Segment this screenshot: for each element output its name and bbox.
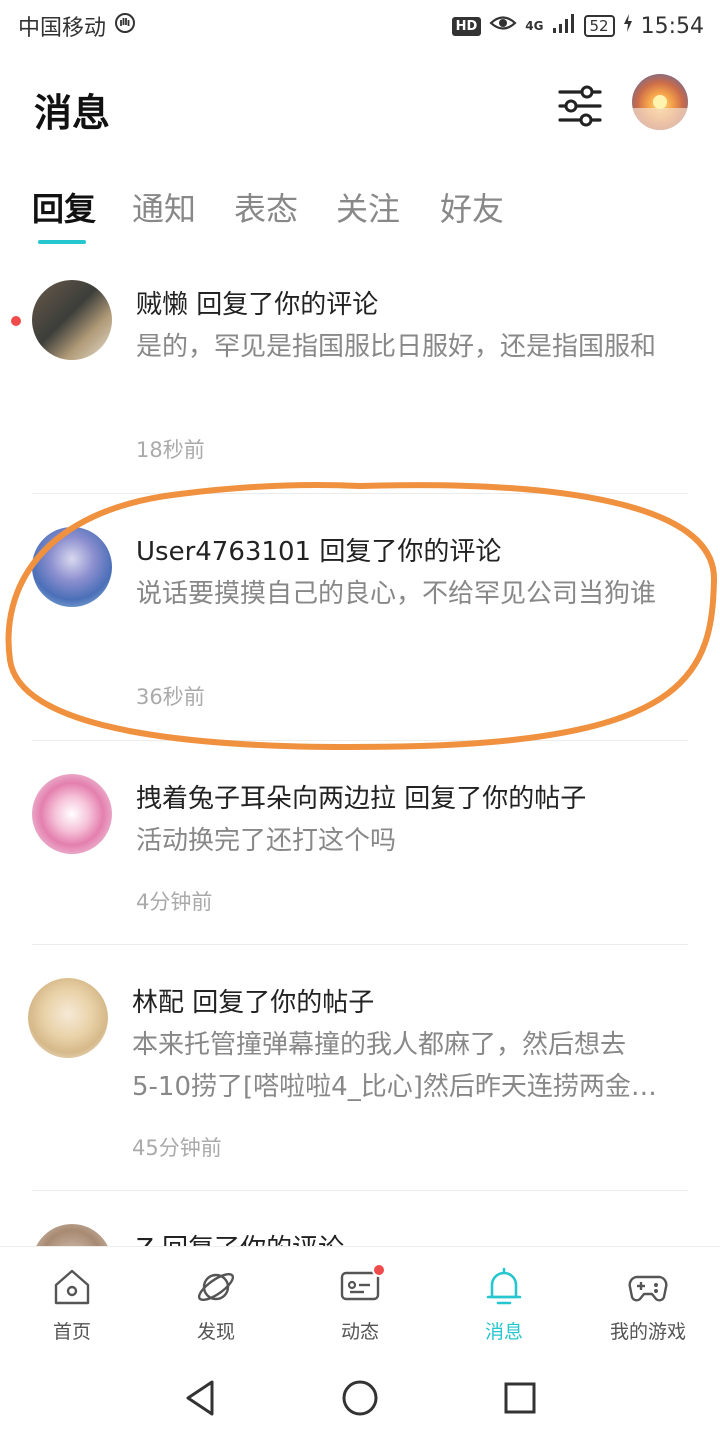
nav-discover[interactable]: 发现 (144, 1265, 288, 1344)
message-user[interactable]: 拽着兔子耳朵向两边拉 (136, 784, 396, 814)
message-user[interactable]: 贼懒 (136, 290, 188, 320)
unread-dot (11, 316, 21, 326)
signal-icon (552, 12, 576, 40)
tab-follow[interactable]: 关注 (336, 184, 400, 230)
nav-my-games[interactable]: 我的游戏 (576, 1265, 720, 1344)
nav-messages[interactable]: 消息 (432, 1265, 576, 1344)
hand-icon (114, 12, 136, 40)
chat-icon (338, 1263, 386, 1309)
message-time: 45分钟前 (132, 1136, 222, 1160)
nav-label: 发现 (196, 1321, 235, 1343)
divider (32, 1190, 688, 1191)
message-body: 是的，罕见是指国服比日服好，还是指国服和 (136, 332, 657, 362)
planet-icon (194, 1265, 238, 1309)
message-action: 回复了你的帖子 (404, 784, 587, 814)
message-body: 活动换完了还打这个吗 (136, 826, 397, 856)
home-icon (50, 1265, 94, 1309)
message-title: 拽着兔子耳朵向两边拉 回复了你的帖子 (136, 778, 586, 815)
nav-label: 首页 (52, 1321, 91, 1343)
nav-label: 我的游戏 (609, 1321, 686, 1343)
message-tabs: 回复 通知 表态 关注 好友 (0, 180, 720, 250)
tab-reply[interactable]: 回复 (32, 184, 96, 230)
status-bar: 中国移动 HD 4G 52 15:54 (0, 0, 720, 52)
avatar[interactable] (32, 774, 112, 854)
bottom-nav: 首页 发现 动态 消息 我的游戏 (0, 1246, 720, 1356)
gamepad-icon (626, 1265, 670, 1309)
eye-icon (489, 12, 517, 40)
page-title: 消息 (34, 91, 111, 135)
list-item[interactable]: 拽着兔子耳朵向两边拉 回复了你的帖子 活动换完了还打这个吗 4分钟前 (0, 764, 720, 944)
message-body-line-1: 本来托管撞弹幕撞的我人都麻了，然后想去 (132, 1030, 627, 1060)
hd-badge: HD (451, 16, 482, 36)
page-header: 消息 (0, 70, 720, 150)
nav-feed[interactable]: 动态 (288, 1263, 432, 1344)
avatar[interactable] (32, 1224, 112, 1246)
divider (32, 944, 688, 945)
message-body-line-2: 5-10捞了[嗒啦啦4_比心]然后昨天连捞两金… (132, 1072, 657, 1102)
message-action: 回复了你的帖子 (192, 988, 375, 1018)
message-time: 18秒前 (136, 438, 205, 462)
nav-home[interactable]: 首页 (0, 1265, 144, 1344)
message-title: 贼懒 回复了你的评论 (136, 284, 378, 321)
system-nav-bar (0, 1356, 720, 1440)
message-user[interactable]: 林配 (132, 988, 184, 1018)
avatar[interactable] (32, 280, 112, 360)
clock: 15:54 (640, 13, 704, 39)
carrier-label: 中国移动 (18, 16, 107, 41)
message-action: 回复了你的评论 (162, 1234, 344, 1246)
message-time: 4分钟前 (136, 890, 213, 914)
home-circle-icon[interactable] (338, 1376, 382, 1420)
message-action: 回复了你的评论 (196, 290, 379, 320)
tab-reaction[interactable]: 表态 (234, 184, 298, 230)
battery-indicator: 52 (583, 15, 615, 37)
list-item[interactable]: 贼懒 回复了你的评论 是的，罕见是指国服比日服好，还是指国服和 18秒前 (0, 270, 720, 492)
message-title: Z 回复了你的评论 (136, 1228, 344, 1246)
recents-icon[interactable] (498, 1376, 542, 1420)
notification-badge (372, 1263, 386, 1277)
message-title: 林配 回复了你的帖子 (132, 982, 374, 1019)
tab-indicator (38, 240, 86, 244)
avatar[interactable] (28, 978, 108, 1058)
back-icon[interactable] (178, 1376, 222, 1420)
tab-notification[interactable]: 通知 (132, 184, 196, 230)
tab-friends[interactable]: 好友 (440, 184, 504, 230)
sliders-icon[interactable] (556, 82, 604, 130)
list-item[interactable]: 林配 回复了你的帖子 本来托管撞弹幕撞的我人都麻了，然后想去 5-10捞了[嗒啦… (0, 968, 720, 1190)
list-item[interactable]: Z 回复了你的评论 (0, 1214, 720, 1246)
message-user[interactable]: Z (136, 1234, 154, 1246)
bell-icon (482, 1265, 526, 1309)
network-type: 4G (525, 19, 544, 33)
annotation-ellipse (5, 481, 718, 750)
profile-avatar[interactable] (632, 74, 688, 130)
nav-label: 消息 (484, 1321, 523, 1343)
charging-icon (623, 13, 633, 39)
nav-label: 动态 (340, 1321, 379, 1343)
